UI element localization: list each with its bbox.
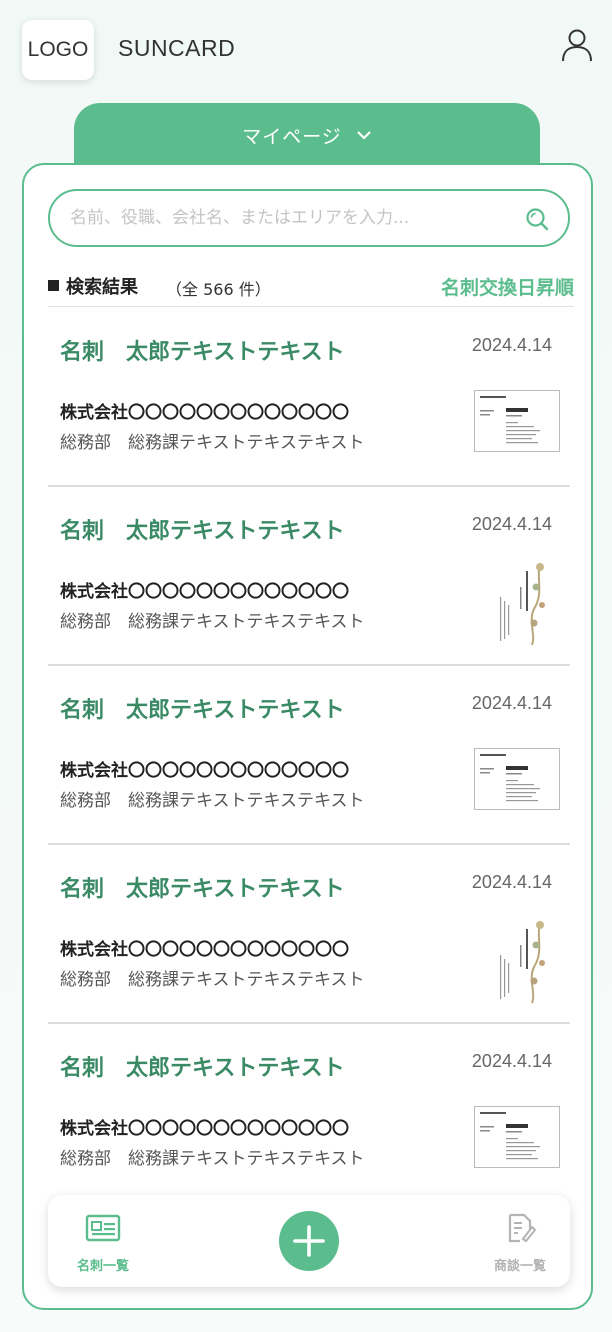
sort-order-button[interactable]: 名刺交換日昇順: [441, 273, 574, 300]
card-date: 2024.4.14: [471, 693, 552, 713]
user-icon[interactable]: [560, 28, 594, 64]
card-company: 株式会社〇〇〇〇〇〇〇〇〇〇〇〇〇: [60, 1119, 349, 1139]
brand-name: SUNCARD: [118, 35, 236, 61]
mypage-menu-tab[interactable]: マイページ: [74, 103, 540, 167]
card-date: 2024.4.14: [471, 1051, 552, 1071]
chevron-down-icon: [357, 131, 371, 140]
card-date: 2024.4.14: [471, 872, 552, 892]
card-name: 名刺 太郎テキストテキスト: [60, 698, 345, 723]
card-list-item[interactable]: 名刺 太郎テキストテキスト 2024.4.14 株式会社〇〇〇〇〇〇〇〇〇〇〇〇…: [48, 845, 570, 1024]
card-name: 名刺 太郎テキストテキスト: [60, 340, 345, 365]
bullet-square: [48, 280, 59, 291]
plus-icon: [293, 1225, 325, 1257]
card-name: 名刺 太郎テキストテキスト: [60, 519, 345, 544]
card-company: 株式会社〇〇〇〇〇〇〇〇〇〇〇〇〇: [60, 582, 349, 602]
card-list-item[interactable]: 名刺 太郎テキストテキスト 2024.4.14 株式会社〇〇〇〇〇〇〇〇〇〇〇〇…: [48, 487, 570, 666]
nav-card-list-label: 名刺一覧: [76, 1259, 129, 1274]
card-department: 総務部 総務課テキストテキステキスト: [60, 612, 365, 632]
business-card-thumbnail[interactable]: [474, 557, 560, 647]
card-date: 2024.4.14: [471, 514, 552, 534]
card-date: 2024.4.14: [471, 335, 552, 355]
business-card-thumbnail[interactable]: [474, 915, 560, 1005]
business-card-thumbnail[interactable]: [474, 1106, 560, 1168]
add-card-button[interactable]: [279, 1211, 339, 1271]
app-header: LOGO SUNCARD: [0, 0, 612, 100]
card-name: 名刺 太郎テキストテキスト: [60, 877, 345, 902]
card-company: 株式会社〇〇〇〇〇〇〇〇〇〇〇〇〇: [60, 761, 349, 781]
id-card-icon: [85, 1214, 121, 1242]
bottom-navigation: 名刺一覧 商談一覧: [48, 1195, 570, 1287]
card-company: 株式会社〇〇〇〇〇〇〇〇〇〇〇〇〇: [60, 403, 349, 423]
search-input[interactable]: [70, 191, 510, 245]
business-card-thumbnail[interactable]: [474, 748, 560, 810]
result-title: 検索結果: [66, 277, 138, 298]
card-department: 総務部 総務課テキストテキステキスト: [60, 791, 365, 811]
card-department: 総務部 総務課テキストテキステキスト: [60, 970, 365, 990]
card-list-item[interactable]: 名刺 太郎テキストテキスト 2024.4.14 株式会社〇〇〇〇〇〇〇〇〇〇〇〇…: [48, 1024, 570, 1203]
edit-note-icon: [508, 1213, 537, 1243]
result-count: （全 566 件）: [166, 280, 271, 299]
nav-card-list[interactable]: 名刺一覧: [48, 1213, 158, 1274]
result-header: 検索結果 （全 566 件） 名刺交換日昇順: [48, 273, 574, 307]
card-name: 名刺 太郎テキストテキスト: [60, 1056, 345, 1081]
nav-deal-list-label: 商談一覧: [493, 1259, 546, 1274]
card-list-item[interactable]: 名刺 太郎テキストテキスト 2024.4.14 株式会社〇〇〇〇〇〇〇〇〇〇〇〇…: [48, 308, 570, 487]
card-list-item[interactable]: 名刺 太郎テキストテキスト 2024.4.14 株式会社〇〇〇〇〇〇〇〇〇〇〇〇…: [48, 666, 570, 845]
main-panel: 検索結果 （全 566 件） 名刺交換日昇順 名刺 太郎テキストテキスト 202…: [22, 163, 593, 1310]
card-department: 総務部 総務課テキストテキステキスト: [60, 1149, 365, 1169]
mypage-menu-label: マイページ: [242, 125, 342, 148]
logo[interactable]: LOGO: [22, 20, 94, 80]
business-card-thumbnail[interactable]: [474, 390, 560, 452]
search-box: [48, 189, 570, 247]
nav-deal-list[interactable]: 商談一覧: [465, 1213, 575, 1274]
search-icon[interactable]: [525, 207, 549, 231]
card-company: 株式会社〇〇〇〇〇〇〇〇〇〇〇〇〇: [60, 940, 349, 960]
card-department: 総務部 総務課テキストテキステキスト: [60, 433, 365, 453]
